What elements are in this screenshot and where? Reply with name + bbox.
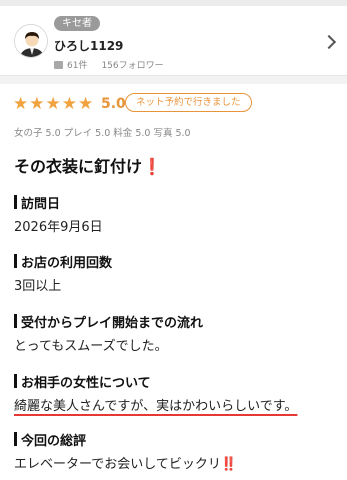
review-title-text: その衣装に釘付け bbox=[14, 157, 143, 176]
section-flow: 受付からプレイ開始までの流れ とってもスムーズでした。 bbox=[14, 312, 334, 354]
reviewer-card[interactable]: キセ者 ひろし1129 61件 156フォロワー bbox=[0, 6, 347, 76]
review-count-icon bbox=[54, 60, 63, 69]
section-summary: 今回の総評 エレベーターでお会いしてビックリ‼️ bbox=[14, 430, 334, 472]
star-rating: ★ ★ ★ ★ ★ bbox=[13, 95, 93, 113]
follower-count: 156フォロワー bbox=[101, 61, 164, 71]
review-title: その衣装に釘付け❗ bbox=[14, 153, 162, 177]
rating-row: ★ ★ ★ ★ ★ 5.0 ネット予約で行きました bbox=[0, 92, 347, 118]
reviewer-name: ひろし1129 bbox=[54, 39, 124, 53]
star-icon: ★ bbox=[45, 94, 61, 114]
avatar bbox=[14, 24, 48, 58]
chevron-right-icon[interactable] bbox=[321, 34, 337, 50]
section-heading: 受付からプレイ開始までの流れ bbox=[21, 315, 204, 331]
star-icon: ★ bbox=[13, 94, 29, 114]
sub-scores: 女の子 5.0 プレイ 5.0 料金 5.0 写真 5.0 bbox=[14, 128, 191, 139]
section-body: とってもスムーズでした。 bbox=[14, 339, 168, 354]
reviewer-badge: キセ者 bbox=[54, 16, 100, 31]
section-body: 2026年9月6日 bbox=[14, 220, 103, 235]
review-count: 61件 bbox=[67, 61, 88, 71]
section-divider bbox=[0, 76, 347, 84]
section-body-text: エレベーターでお会いしてビックリ bbox=[14, 457, 221, 472]
section-visit-date: 訪問日 2026年9月6日 bbox=[14, 193, 334, 235]
section-heading: 訪問日 bbox=[21, 196, 61, 212]
section-heading: 今回の総評 bbox=[21, 433, 87, 449]
exclamation-icon: ❗ bbox=[142, 157, 162, 176]
reviewer-meta: 61件 156フォロワー bbox=[54, 58, 164, 71]
section-body: エレベーターでお会いしてビックリ‼️ bbox=[14, 453, 334, 472]
section-visit-count: お店の利用回数 3回以上 bbox=[14, 252, 334, 294]
star-icon: ★ bbox=[29, 94, 45, 114]
section-body: 綺麗な美人さんですが、実はかわいらしいです。 bbox=[14, 399, 298, 414]
section-partner: お相手の女性について 綺麗な美人さんですが、実はかわいらしいです。 bbox=[14, 372, 334, 414]
star-icon: ★ bbox=[61, 94, 77, 114]
section-body: 3回以上 bbox=[14, 279, 62, 294]
section-heading: お店の利用回数 bbox=[21, 255, 113, 271]
section-heading: お相手の女性について bbox=[21, 375, 151, 391]
star-icon: ★ bbox=[78, 94, 94, 114]
visit-method-pill: ネット予約で行きました bbox=[125, 93, 252, 112]
rating-score: 5.0 bbox=[101, 96, 126, 112]
double-exclamation-icon: ‼️ bbox=[220, 457, 238, 472]
